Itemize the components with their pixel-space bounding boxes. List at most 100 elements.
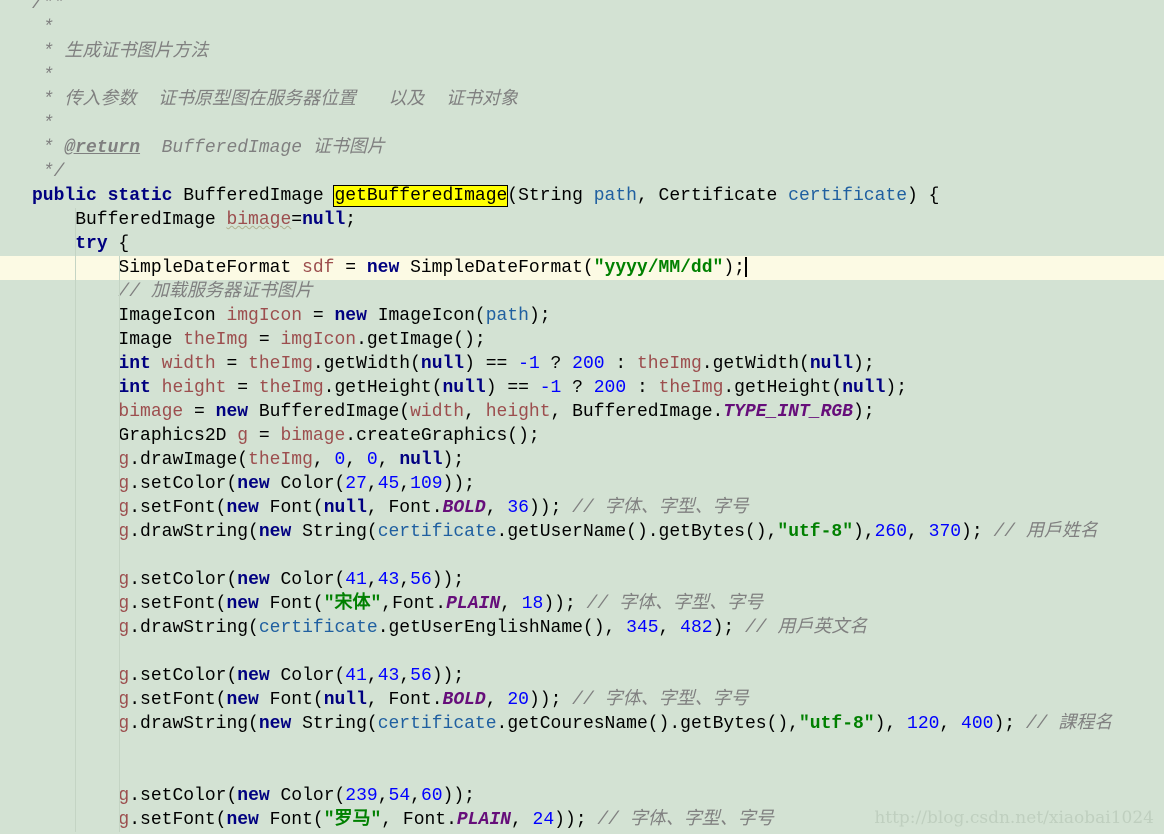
code-line[interactable]: *	[0, 64, 1164, 88]
code-token: height	[161, 378, 227, 398]
code-token: 54	[388, 786, 411, 806]
code-line[interactable]: BufferedImage bimage=null;	[0, 208, 1164, 232]
code-line[interactable]: Graphics2D g = bimage.createGraphics();	[0, 424, 1164, 448]
code-token: .setFont(	[129, 594, 227, 614]
code-token: .getHeight(	[323, 378, 443, 398]
indent-guide	[75, 616, 76, 640]
indent-guide	[119, 712, 120, 736]
current-code-line[interactable]: SimpleDateFormat sdf = new SimpleDateFor…	[0, 256, 1164, 280]
code-token: ,	[939, 714, 962, 734]
code-token: .setFont(	[129, 690, 227, 710]
code-token: BOLD	[442, 690, 486, 710]
code-token: BufferedImage	[32, 210, 227, 230]
code-line[interactable]: */	[0, 160, 1164, 184]
indent-guide	[119, 448, 120, 472]
code-line[interactable]: * 传入参数 证书原型图在服务器位置 以及 证书对象	[0, 88, 1164, 112]
code-token: g	[118, 714, 130, 734]
indent-guide	[119, 760, 120, 784]
code-comment: // 字体、字型、字号	[561, 498, 749, 518]
indent-guide	[119, 688, 120, 712]
code-token: ,	[312, 450, 335, 470]
code-token: .drawString(	[129, 714, 259, 734]
code-line[interactable]: g.drawString(certificate.getUserEnglishN…	[0, 616, 1164, 640]
code-editor[interactable]: /** * * 生成证书图片方法 * * 传入参数 证书原型图在服务器位置 以及…	[0, 0, 1164, 832]
indent-guide	[75, 640, 76, 664]
code-line[interactable]: Image theImg = imgIcon.getImage();	[0, 328, 1164, 352]
indent-guide	[119, 544, 120, 568]
indent-guide	[75, 208, 76, 232]
code-line[interactable]: g.setColor(new Color(41,43,56));	[0, 664, 1164, 688]
code-line[interactable]: * @return BufferedImage 证书图片	[0, 136, 1164, 160]
code-token: ));	[431, 570, 465, 590]
code-token: path	[593, 186, 637, 206]
code-token: 43	[377, 666, 400, 686]
code-token: ),	[874, 714, 908, 734]
code-token: ,	[658, 618, 681, 638]
code-token: .drawImage(	[129, 450, 249, 470]
code-token: ) {	[907, 186, 940, 206]
code-token: null	[420, 354, 465, 374]
indent-guide	[119, 640, 120, 664]
indent-guide	[119, 496, 120, 520]
code-line[interactable]: int width = theImg.getWidth(null) == -1 …	[0, 352, 1164, 376]
code-token: ));	[431, 666, 465, 686]
code-line[interactable]: *	[0, 112, 1164, 136]
code-line[interactable]: g.drawImage(theImg, 0, 0, null);	[0, 448, 1164, 472]
code-token: null	[323, 498, 367, 518]
code-comment: *	[32, 66, 54, 86]
code-line[interactable]: int height = theImg.getHeight(null) == -…	[0, 376, 1164, 400]
code-line[interactable]: *	[0, 16, 1164, 40]
code-line[interactable]: // 加载服务器证书图片	[0, 280, 1164, 304]
code-token: ,	[485, 498, 508, 518]
code-token: Font(	[269, 810, 324, 830]
code-token: new	[226, 810, 270, 830]
code-line[interactable]: * 生成证书图片方法	[0, 40, 1164, 64]
code-line[interactable]: g.setColor(new Color(41,43,56));	[0, 568, 1164, 592]
indent-guide	[119, 616, 120, 640]
code-token: imgIcon	[280, 330, 357, 350]
code-token: );	[885, 378, 908, 398]
code-token: new	[215, 402, 259, 422]
text-cursor	[744, 257, 747, 278]
code-token: 20	[507, 690, 529, 710]
code-line[interactable]	[0, 760, 1164, 784]
indent-guide	[119, 280, 120, 304]
indent-guide	[119, 424, 120, 448]
code-line[interactable]: try {	[0, 232, 1164, 256]
code-comment: // 用戶姓名	[982, 522, 1098, 542]
code-line[interactable]	[0, 544, 1164, 568]
code-line[interactable]: g.setColor(new Color(27,45,109));	[0, 472, 1164, 496]
code-line[interactable]: ImageIcon imgIcon = new ImageIcon(path);	[0, 304, 1164, 328]
code-line[interactable]: public static BufferedImage getBufferedI…	[0, 184, 1164, 208]
code-line[interactable]: g.drawString(new String(certificate.getC…	[0, 712, 1164, 736]
code-token: 56	[410, 666, 432, 686]
code-token: 41	[345, 570, 367, 590]
code-token: ,	[399, 666, 411, 686]
code-token: TYPE_INT_RGB	[723, 402, 853, 422]
code-token: .getUserName().getBytes(),	[496, 522, 778, 542]
code-comment: *	[32, 114, 54, 134]
code-line[interactable]	[0, 640, 1164, 664]
code-line[interactable]: /**	[0, 0, 1164, 16]
code-token: 60	[420, 786, 443, 806]
code-token: =	[334, 258, 367, 278]
code-token: new	[226, 594, 270, 614]
code-line[interactable]: g.drawString(new String(certificate.getU…	[0, 520, 1164, 544]
code-token: );	[852, 402, 875, 422]
code-line[interactable]	[0, 736, 1164, 760]
code-line[interactable]: g.setFont(new Font(null, Font.BOLD, 36))…	[0, 496, 1164, 520]
code-token: 41	[345, 666, 367, 686]
code-token: ,	[410, 786, 421, 806]
code-token: ,	[377, 786, 389, 806]
code-token: certificate	[377, 522, 497, 542]
code-line[interactable]: g.setFont(new Font(null, Font.BOLD, 20))…	[0, 688, 1164, 712]
code-token: 370	[928, 522, 962, 542]
code-line[interactable]: g.setColor(new Color(239,54,60));	[0, 784, 1164, 808]
indent-guide	[75, 400, 76, 424]
code-line[interactable]: g.setFont(new Font("宋体",Font.PLAIN, 18))…	[0, 592, 1164, 616]
code-token: 18	[521, 594, 544, 614]
code-line[interactable]: bimage = new BufferedImage(width, height…	[0, 400, 1164, 424]
code-token: ,	[399, 474, 411, 494]
indent-guide	[119, 664, 120, 688]
indent-guide	[75, 280, 76, 304]
